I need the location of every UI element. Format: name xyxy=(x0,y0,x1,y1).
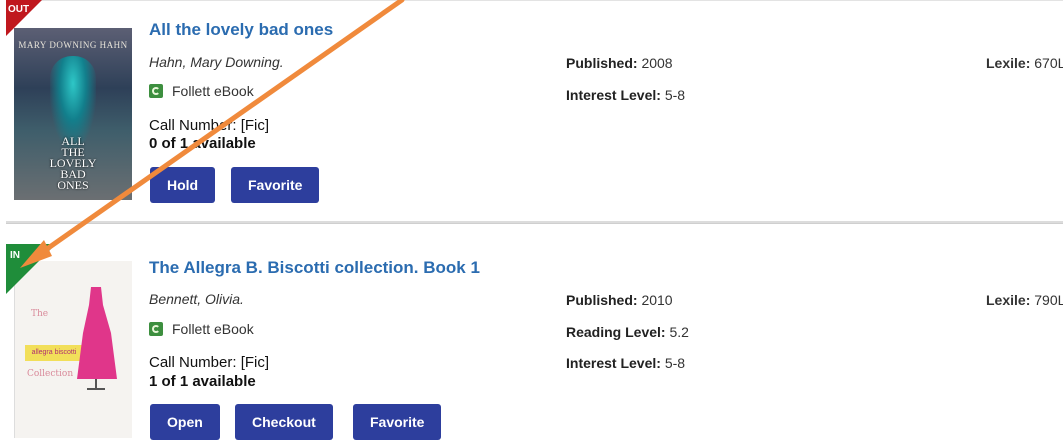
cover-bottom-word: Collection xyxy=(27,369,74,379)
reading-level-label: Reading Level: xyxy=(566,324,666,340)
reading-level-info: Reading Level: 5.2 xyxy=(566,324,689,340)
published-info: Published: 2008 xyxy=(566,55,673,71)
book-cover[interactable]: MARY DOWNING HAHN ALL THE LOVELY BAD ONE… xyxy=(14,28,132,200)
published-label: Published: xyxy=(566,292,638,308)
result-divider xyxy=(6,221,1063,224)
book-format: Follett eBook xyxy=(149,321,254,337)
format-label: Follett eBook xyxy=(172,83,254,99)
published-value: 2010 xyxy=(641,292,673,308)
availability: 1 of 1 available xyxy=(149,373,256,390)
top-divider xyxy=(6,0,1063,1)
ebook-icon xyxy=(149,84,163,98)
status-badge-label: IN xyxy=(10,250,20,261)
open-button[interactable]: Open xyxy=(150,404,220,440)
published-info: Published: 2010 xyxy=(566,292,673,308)
call-number: Call Number: [Fic] xyxy=(149,354,270,371)
lexile-label: Lexile: xyxy=(986,292,1031,308)
book-format: Follett eBook xyxy=(149,83,254,99)
lexile-info: Lexile: 670L xyxy=(986,55,1063,71)
lexile-value: 790L xyxy=(1034,292,1063,308)
cover-title-text: ALL THE LOVELY BAD ONES xyxy=(49,134,97,192)
interest-level-label: Interest Level: xyxy=(566,87,661,103)
book-author: Hahn, Mary Downing. xyxy=(149,54,284,70)
favorite-button[interactable]: Favorite xyxy=(353,404,442,440)
cover-author-text: MARY DOWNING HAHN xyxy=(18,40,128,50)
published-label: Published: xyxy=(566,55,638,71)
favorite-button[interactable]: Favorite xyxy=(231,167,320,203)
availability: 0 of 1 available xyxy=(149,135,256,152)
lexile-info: Lexile: 790L xyxy=(986,292,1063,308)
cover-top-word: The xyxy=(31,309,49,319)
published-value: 2008 xyxy=(641,55,673,71)
status-badge-label: OUT xyxy=(8,4,30,15)
interest-level-value: 5-8 xyxy=(664,355,686,371)
book-title-link[interactable]: All the lovely bad ones xyxy=(149,20,333,40)
interest-level-value: 5-8 xyxy=(664,87,686,103)
checkout-button[interactable]: Checkout xyxy=(235,404,333,440)
ebook-icon xyxy=(149,322,163,336)
interest-level-info: Interest Level: 5-8 xyxy=(566,355,685,371)
hold-button[interactable]: Hold xyxy=(150,167,216,203)
book-title-link[interactable]: The Allegra B. Biscotti collection. Book… xyxy=(149,258,480,278)
book-author: Bennett, Olivia. xyxy=(149,291,244,307)
call-number: Call Number: [Fic] xyxy=(149,117,270,134)
interest-level-label: Interest Level: xyxy=(566,355,661,371)
format-label: Follett eBook xyxy=(172,321,254,337)
interest-level-info: Interest Level: 5-8 xyxy=(566,87,685,103)
lexile-value: 670L xyxy=(1034,55,1063,71)
lexile-label: Lexile: xyxy=(986,55,1031,71)
dress-illustration xyxy=(77,287,117,390)
reading-level-value: 5.2 xyxy=(669,324,689,340)
